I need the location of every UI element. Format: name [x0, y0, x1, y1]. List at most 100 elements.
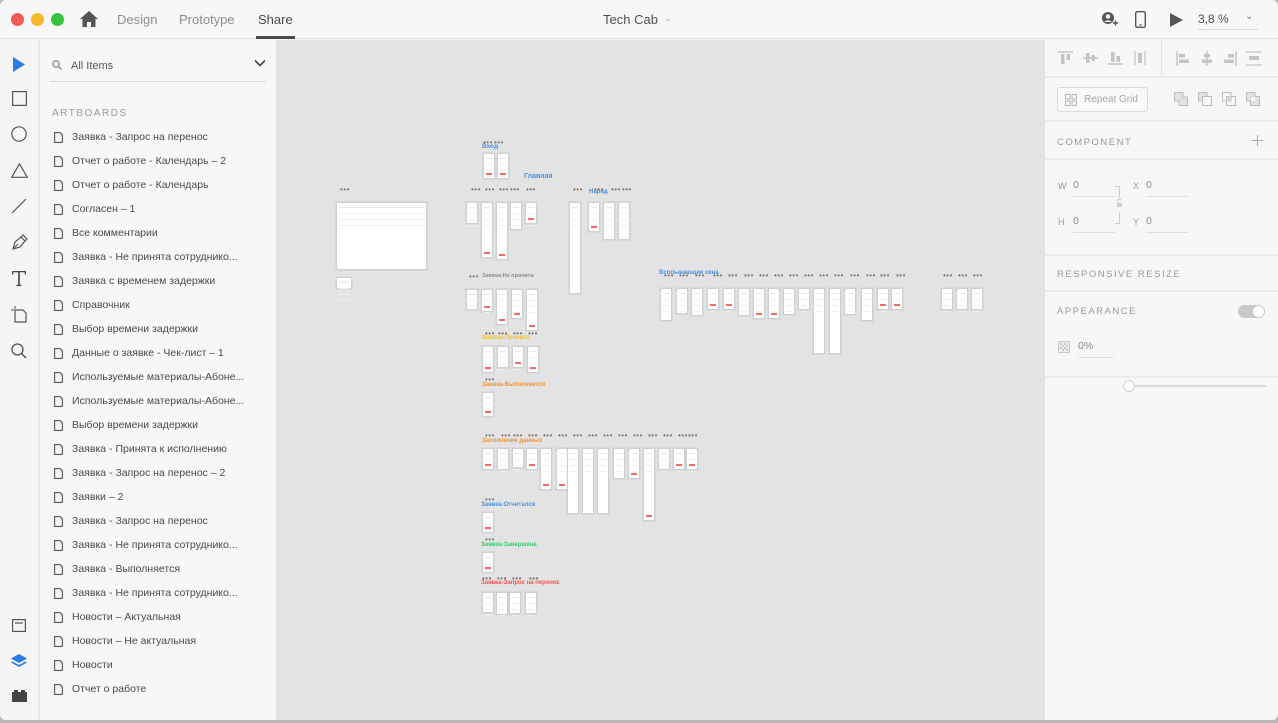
artboard-thumbnail[interactable]	[497, 153, 509, 179]
artboard-list-item[interactable]: Используемые материалы-Абоне...	[40, 365, 276, 389]
artboard-thumbnail[interactable]	[673, 448, 685, 470]
zoom-chevron-down-icon[interactable]: ⌄	[1245, 11, 1253, 22]
repeat-grid-button[interactable]: Repeat Grid	[1057, 87, 1148, 112]
tab-design[interactable]: Design	[117, 12, 157, 27]
artboard-thumbnail[interactable]	[567, 448, 579, 514]
artboard-list-item[interactable]: Отчет о работе	[40, 677, 276, 701]
artboard-thumbnail[interactable]	[861, 288, 873, 321]
artboard-thumbnail[interactable]	[525, 202, 537, 224]
artboard-list-item[interactable]: Заявка - Запрос на перенос – 2	[40, 461, 276, 485]
pen-tool[interactable]	[9, 232, 29, 252]
rectangle-tool[interactable]	[9, 88, 29, 108]
artboard-list-item[interactable]: Заявки – 2	[40, 485, 276, 509]
artboard-thumbnail[interactable]	[723, 288, 735, 310]
artboard-thumbnail[interactable]	[691, 288, 703, 316]
artboard-thumbnail[interactable]	[336, 202, 427, 270]
artboard-thumbnail[interactable]	[526, 448, 538, 470]
artboard-thumbnail[interactable]	[707, 288, 719, 310]
distribute-horizontal-icon[interactable]	[1246, 51, 1262, 66]
layer-filter-dropdown[interactable]: All Items	[50, 56, 266, 82]
opacity-slider-handle[interactable]	[1123, 380, 1135, 392]
artboard-list-item[interactable]: Согласен – 1	[40, 197, 276, 221]
artboard-list-item[interactable]: Заявка - Запрос на перенос	[40, 509, 276, 533]
opacity-slider-track[interactable]	[1128, 385, 1266, 387]
artboard-thumbnail[interactable]	[643, 448, 655, 521]
artboard-thumbnail[interactable]	[676, 288, 688, 314]
boolean-subtract-icon[interactable]	[1198, 92, 1212, 106]
artboard-thumbnail[interactable]	[658, 448, 670, 470]
plugins-panel-button[interactable]	[9, 686, 29, 706]
artboard-thumbnail[interactable]	[482, 552, 494, 573]
select-tool[interactable]	[9, 54, 29, 74]
artboard-list-item[interactable]: Отчет о работе - Календарь – 2	[40, 149, 276, 173]
artboard-thumbnail[interactable]	[768, 288, 780, 319]
artboard-thumbnail[interactable]	[613, 448, 625, 479]
artboard-list-item[interactable]: Заявка - Запрос на перенос	[40, 125, 276, 149]
assets-panel-button[interactable]	[9, 615, 29, 635]
artboard-thumbnail[interactable]	[660, 288, 672, 321]
artboard-thumbnail[interactable]	[941, 288, 953, 310]
ellipse-tool[interactable]	[9, 124, 29, 144]
artboard-thumbnail[interactable]	[891, 288, 903, 310]
artboard-thumbnail[interactable]	[813, 288, 825, 354]
artboard-thumbnail[interactable]	[497, 346, 509, 368]
artboard-list-item[interactable]: Заявка - Не принята сотруднико...	[40, 245, 276, 269]
artboard-thumbnail[interactable]	[481, 289, 493, 312]
artboard-list-item[interactable]: Новости – Не актуальная	[40, 629, 276, 653]
artboard-thumbnail[interactable]	[482, 346, 494, 373]
zoom-level-input[interactable]: 3,8 %	[1198, 12, 1229, 26]
artboard-thumbnail[interactable]	[497, 448, 509, 470]
artboard-thumbnail[interactable]	[466, 289, 478, 310]
artboard-thumbnail[interactable]	[569, 202, 581, 294]
artboard-thumbnail[interactable]	[509, 592, 521, 614]
artboard-thumbnail[interactable]	[628, 448, 640, 479]
artboard-thumbnail[interactable]	[482, 392, 494, 417]
artboard-list-item[interactable]: Справочник	[40, 293, 276, 317]
artboard-thumbnail[interactable]	[526, 289, 538, 331]
align-bottom-icon[interactable]	[1108, 51, 1123, 65]
artboard-thumbnail[interactable]	[877, 288, 889, 310]
artboard-thumbnail[interactable]	[603, 202, 615, 240]
artboard-thumbnail[interactable]	[512, 346, 524, 368]
artboard-thumbnail[interactable]	[971, 288, 983, 310]
artboard-list-item[interactable]: Заявка - Принята к исполнению	[40, 437, 276, 461]
play-icon[interactable]	[1170, 13, 1183, 27]
artboard-thumbnail[interactable]	[496, 289, 508, 325]
artboard-thumbnail[interactable]	[686, 448, 698, 470]
artboard-tool[interactable]	[9, 304, 29, 324]
artboard-thumbnail[interactable]	[512, 448, 524, 468]
artboard-thumbnail[interactable]	[511, 289, 523, 319]
artboard-thumbnail[interactable]	[496, 202, 508, 260]
artboard-thumbnail[interactable]	[527, 346, 539, 373]
share-user-icon[interactable]	[1100, 11, 1118, 29]
minimize-window-button[interactable]	[31, 13, 44, 26]
artboard-thumbnail[interactable]	[481, 202, 493, 258]
maximize-window-button[interactable]	[51, 13, 64, 26]
document-title[interactable]: Tech Cab	[603, 12, 658, 27]
align-left-icon[interactable]	[1176, 51, 1190, 66]
artboard-list-item[interactable]: Заявка - Не принята сотруднико...	[40, 581, 276, 605]
y-input[interactable]: 0	[1146, 215, 1152, 227]
boolean-intersect-icon[interactable]	[1222, 92, 1236, 106]
close-window-button[interactable]	[11, 13, 24, 26]
chevron-down-icon[interactable]: ⌄	[664, 13, 672, 24]
distribute-vertical-icon[interactable]	[1134, 51, 1146, 65]
artboard-thumbnail[interactable]	[738, 288, 750, 316]
artboard-list-item[interactable]: Все комментарии	[40, 221, 276, 245]
artboard-thumbnail[interactable]	[798, 288, 810, 310]
align-center-icon[interactable]	[1200, 51, 1214, 66]
artboard-list-item[interactable]: Используемые материалы-Абоне...	[40, 389, 276, 413]
artboard-list-item[interactable]: Новости	[40, 653, 276, 677]
boolean-add-icon[interactable]	[1174, 92, 1188, 106]
artboard-thumbnail[interactable]	[844, 288, 856, 315]
x-input[interactable]: 0	[1146, 179, 1152, 191]
text-tool[interactable]	[9, 268, 29, 288]
polygon-tool[interactable]	[9, 160, 29, 180]
artboard-list-item[interactable]: Данные о заявке - Чек-лист – 1	[40, 341, 276, 365]
design-canvas[interactable]: Вход Главная Наряд Заявка-Не принята Всп…	[276, 40, 1044, 720]
home-icon[interactable]	[80, 11, 98, 27]
artboard-list-item[interactable]: Заявка - Не принята сотруднико...	[40, 533, 276, 557]
artboard-list-item[interactable]: Отчет о работе - Календарь	[40, 173, 276, 197]
add-component-icon[interactable]	[1252, 135, 1263, 146]
artboard-thumbnail[interactable]	[618, 202, 630, 240]
